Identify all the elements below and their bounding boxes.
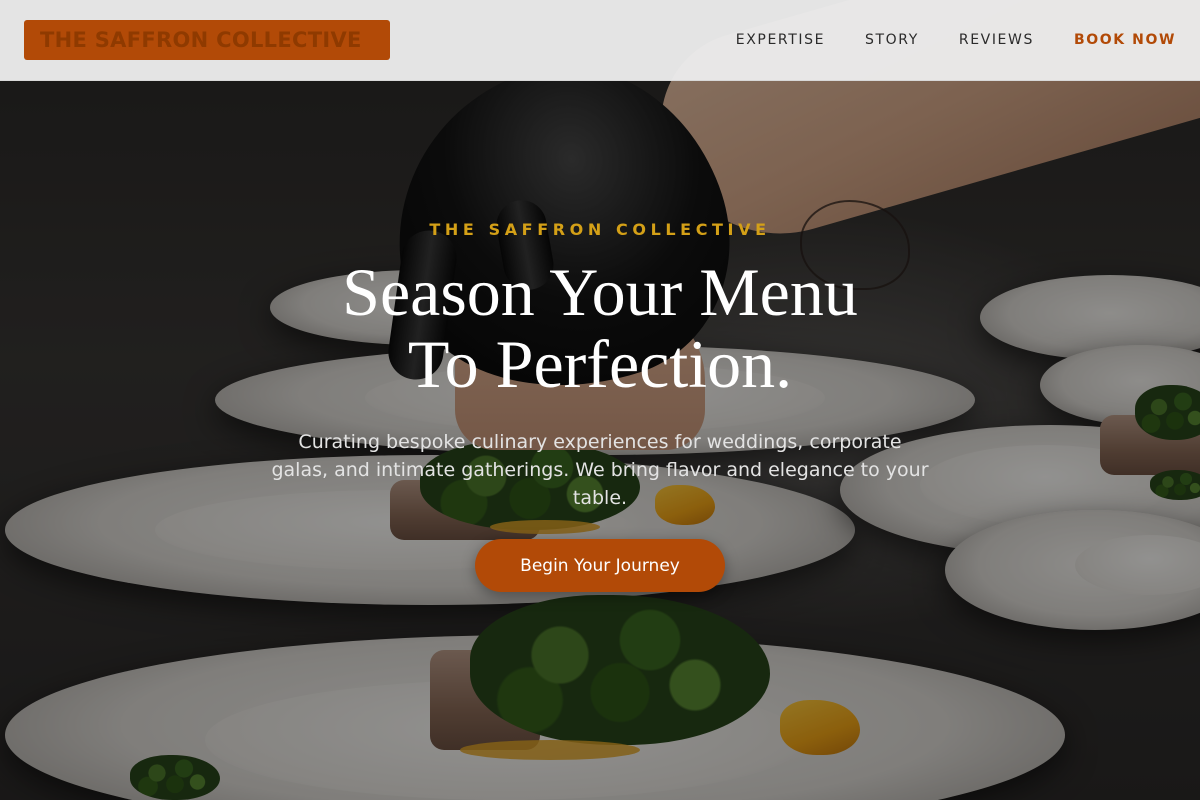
hero-headline-line-2: To Perfection.	[407, 326, 793, 402]
begin-journey-button[interactable]: Begin Your Journey	[475, 539, 725, 592]
hero-headline: Season Your Menu To Perfection.	[0, 256, 1200, 400]
nav-link-expertise[interactable]: EXPERTISE	[736, 32, 825, 48]
logo-button[interactable]: THE SAFFRON COLLECTIVE	[24, 20, 390, 60]
page: THE SAFFRON COLLECTIVE EXPERTISE STORY R…	[0, 0, 1200, 800]
logo-text: THE SAFFRON COLLECTIVE	[40, 28, 362, 52]
nav-link-book-now[interactable]: BOOK NOW	[1074, 32, 1176, 48]
main-nav: EXPERTISE STORY REVIEWS BOOK NOW	[696, 32, 1176, 48]
nav-link-reviews[interactable]: REVIEWS	[959, 32, 1034, 48]
nav-link-story[interactable]: STORY	[865, 32, 919, 48]
hero-section: THE SAFFRON COLLECTIVE Season Your Menu …	[0, 0, 1200, 800]
site-header: THE SAFFRON COLLECTIVE EXPERTISE STORY R…	[0, 0, 1200, 81]
hero-subtitle: Curating bespoke culinary experiences fo…	[271, 431, 929, 509]
hero-headline-line-1: Season Your Menu	[342, 254, 858, 330]
hero-eyebrow: THE SAFFRON COLLECTIVE	[429, 220, 771, 239]
